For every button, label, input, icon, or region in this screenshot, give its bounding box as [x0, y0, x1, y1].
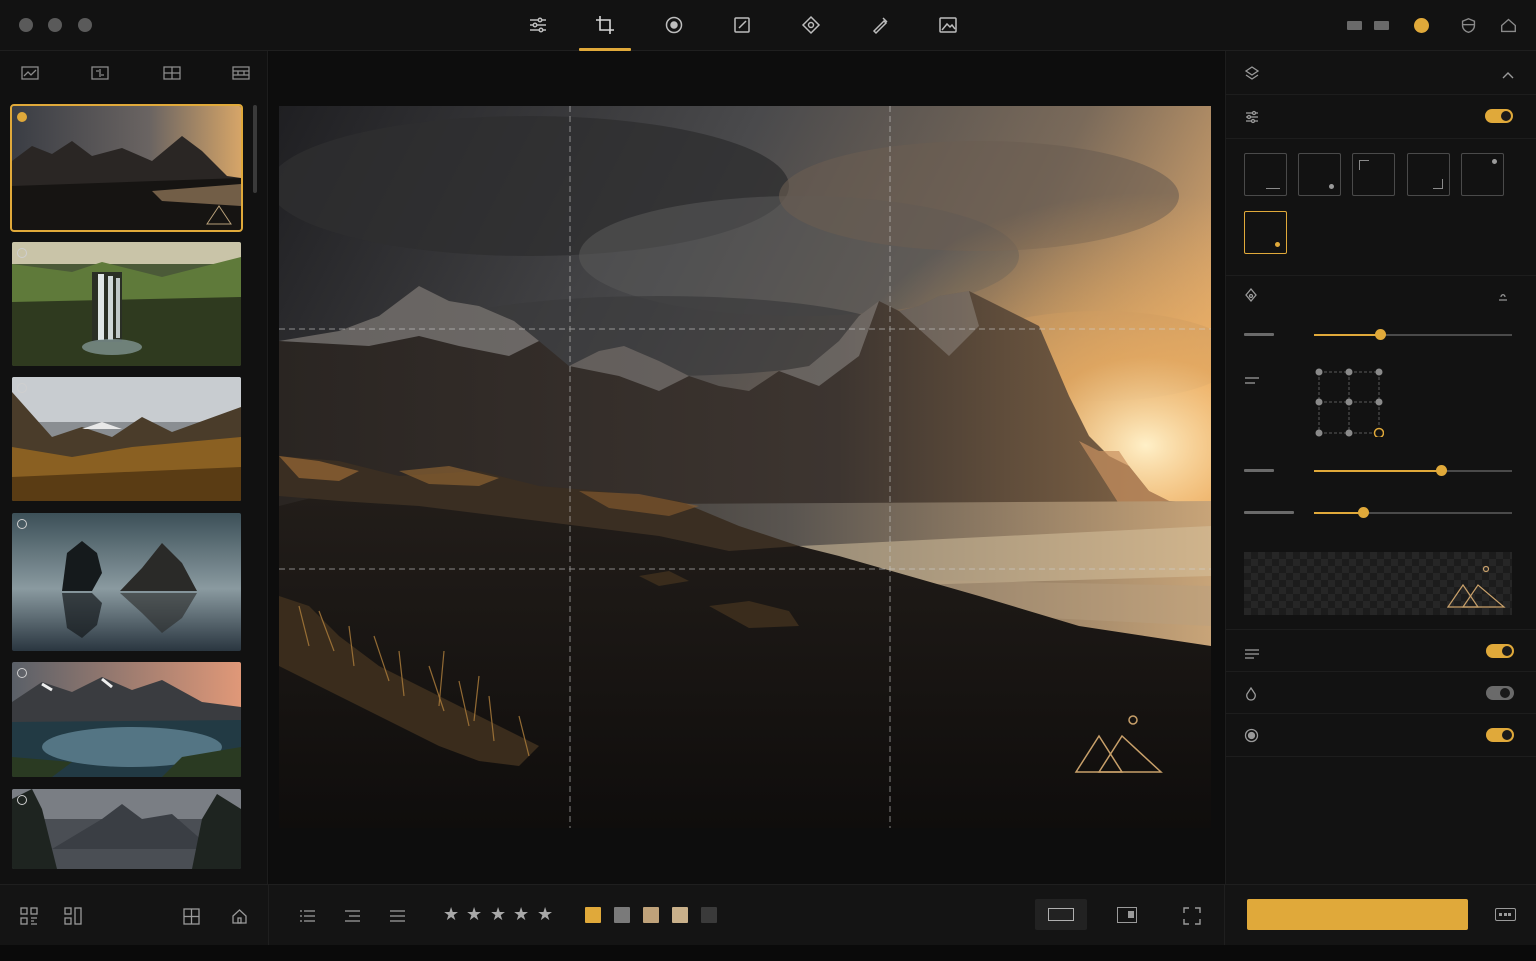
list-icon[interactable] — [297, 906, 317, 926]
star-icon[interactable]: ★ — [513, 905, 529, 925]
crop-icon[interactable] — [590, 10, 620, 40]
sliders-icon — [1244, 109, 1260, 129]
minimize-window-button[interactable] — [48, 18, 62, 32]
selection-indicator[interactable] — [17, 248, 27, 258]
sliders-icon[interactable] — [523, 10, 553, 40]
drop-icon — [1244, 686, 1258, 705]
section-header[interactable] — [1226, 51, 1536, 95]
color-label-swatch[interactable] — [672, 907, 688, 923]
single-view-button[interactable] — [1035, 899, 1087, 930]
align-icon — [1244, 371, 1260, 390]
home-icon[interactable] — [1500, 17, 1517, 38]
sidebar-scrollbar[interactable] — [253, 105, 257, 193]
slider-label — [1244, 333, 1274, 336]
preset-option[interactable] — [1407, 153, 1450, 196]
grid-icon[interactable] — [181, 906, 201, 926]
selection-indicator[interactable] — [17, 112, 27, 122]
gallery-icon[interactable] — [17, 63, 43, 83]
preset-option[interactable] — [1352, 153, 1395, 196]
export-button[interactable] — [1247, 899, 1468, 930]
toggle-row — [1226, 629, 1536, 672]
section-adjust — [1226, 95, 1536, 139]
split-view-icon[interactable] — [1117, 907, 1137, 923]
filmstrip-sidebar — [0, 51, 268, 884]
heal-icon[interactable] — [796, 10, 826, 40]
color-label-swatch[interactable] — [614, 907, 630, 923]
adjust-toggle[interactable] — [1485, 109, 1513, 123]
photo-editor-app: ★ ★ ★ ★ ★ — [0, 0, 1536, 961]
window-footer — [0, 945, 1536, 961]
thumbnail-item[interactable] — [12, 789, 241, 869]
preset-option[interactable] — [1461, 153, 1504, 196]
panel-left-icon[interactable] — [1347, 21, 1362, 30]
chevron-up-icon[interactable] — [1502, 66, 1514, 85]
shield-icon[interactable] — [1460, 17, 1477, 38]
preset-option[interactable] — [1298, 153, 1341, 196]
thumbnail-item[interactable] — [12, 377, 241, 501]
qr-alt-icon[interactable] — [63, 906, 83, 926]
target-toggle[interactable] — [1486, 728, 1514, 742]
qr-icon[interactable] — [19, 906, 39, 926]
selection-indicator[interactable] — [17, 795, 27, 805]
list-toggle[interactable] — [1486, 644, 1514, 658]
list-icon — [1244, 645, 1260, 664]
thumbnail-item[interactable] — [10, 104, 243, 232]
star-icon[interactable]: ★ — [443, 905, 459, 925]
slider-label — [1244, 469, 1274, 472]
color-label-swatch[interactable] — [701, 907, 717, 923]
target-icon — [1244, 728, 1259, 747]
preset-option-active[interactable] — [1244, 211, 1287, 254]
color-label-swatch[interactable] — [643, 907, 659, 923]
more-icon[interactable] — [1495, 908, 1516, 921]
edit-icon[interactable] — [727, 10, 757, 40]
toggle-row — [1226, 714, 1536, 757]
maximize-window-button[interactable] — [78, 18, 92, 32]
top-toolbar — [0, 0, 1536, 51]
list-indent-icon[interactable] — [342, 906, 362, 926]
bottom-toolbar: ★ ★ ★ ★ ★ — [0, 884, 1536, 946]
brush-icon[interactable] — [865, 10, 895, 40]
home-icon[interactable] — [229, 906, 249, 926]
drop-toggle[interactable] — [1486, 686, 1514, 700]
slider-label — [1244, 511, 1294, 514]
selection-indicator[interactable] — [17, 668, 27, 678]
inspector-panel — [1225, 51, 1536, 884]
menu-icon[interactable] — [387, 906, 407, 926]
watermark-preview — [1244, 552, 1512, 615]
close-window-button[interactable] — [19, 18, 33, 32]
star-icon[interactable]: ★ — [490, 905, 506, 925]
color-label-swatch[interactable] — [585, 907, 601, 923]
drop-icon — [1244, 287, 1258, 306]
image-canvas[interactable] — [269, 51, 1224, 884]
accent-dot-icon[interactable] — [1414, 18, 1429, 33]
thumbnail-item[interactable] — [12, 662, 241, 777]
toggle-row — [1226, 672, 1536, 714]
panel-right-icon[interactable] — [1374, 21, 1389, 30]
thumbnail-item[interactable] — [12, 513, 241, 651]
selection-indicator[interactable] — [17, 383, 27, 393]
main-photo[interactable] — [279, 106, 1211, 828]
grid-icon[interactable] — [159, 63, 185, 83]
thumbnail-item[interactable] — [12, 242, 241, 366]
radial-icon[interactable] — [659, 10, 689, 40]
reset-icon[interactable] — [1497, 288, 1509, 307]
compare-icon[interactable] — [87, 63, 113, 83]
image-icon[interactable] — [933, 10, 963, 40]
filmstrip-icon[interactable] — [228, 63, 254, 83]
selection-indicator[interactable] — [17, 519, 27, 529]
star-icon[interactable]: ★ — [537, 905, 553, 925]
preset-option[interactable] — [1244, 153, 1287, 196]
single-view-icon — [1048, 908, 1074, 921]
star-icon[interactable]: ★ — [466, 905, 482, 925]
layers-icon — [1244, 65, 1260, 85]
fullscreen-icon[interactable] — [1182, 906, 1202, 926]
